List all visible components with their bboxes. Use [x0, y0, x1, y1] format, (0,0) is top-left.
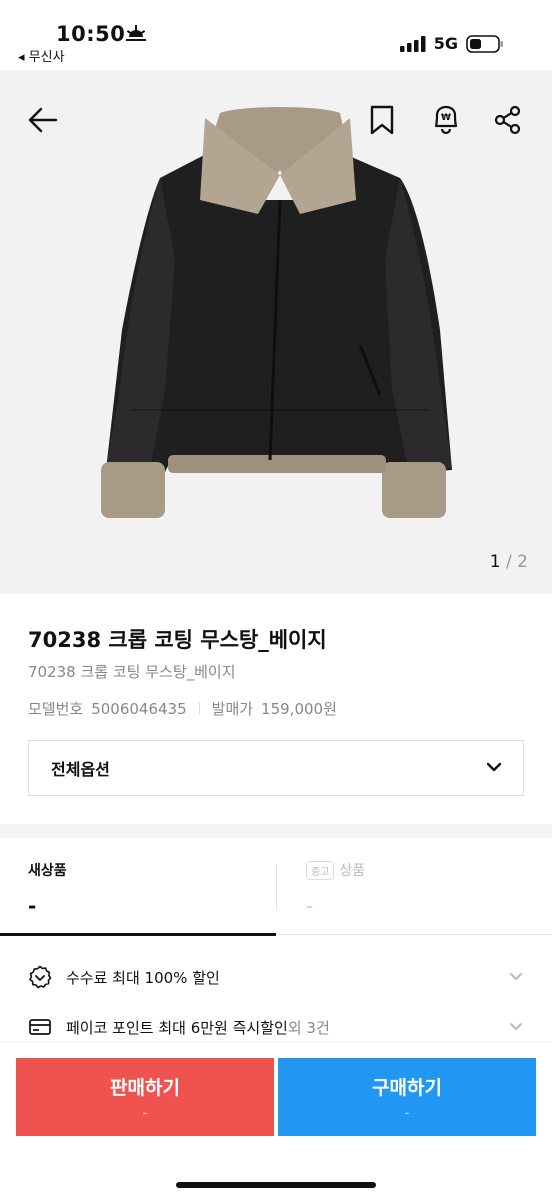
- back-arrow-icon[interactable]: [22, 100, 62, 140]
- benefit-payco-extra: 외 3건: [287, 1018, 330, 1037]
- benefit-fee-text: 수수료 최대 100% 할인: [66, 968, 220, 987]
- product-meta: 모델번호 5006046435 발매가 159,000원: [28, 698, 337, 719]
- discount-badge-icon: [28, 965, 52, 989]
- battery-icon: [466, 34, 503, 53]
- meta-divider: [198, 702, 200, 715]
- product-jacket-image: [101, 107, 452, 518]
- section-divider: [0, 824, 552, 838]
- bookmark-icon[interactable]: [362, 100, 402, 140]
- tab-used-label: 상품: [339, 863, 366, 879]
- tab-divider: [276, 864, 277, 910]
- buy-button-label: 구매하기: [372, 1077, 442, 1099]
- benefit-payco-discount[interactable]: 페이코 포인트 최대 6만원 즉시할인 외 3건: [28, 1012, 524, 1042]
- status-time: 10:50: [56, 22, 126, 46]
- benefit-fee-discount[interactable]: 수수료 최대 100% 할인: [28, 962, 524, 992]
- page-total: 2: [517, 552, 528, 572]
- share-icon[interactable]: [488, 100, 528, 140]
- product-image-carousel[interactable]: ₩ 1 / 2: [0, 70, 552, 594]
- tab-new-product[interactable]: 새상품 -: [28, 860, 67, 920]
- product-title: 70238 크롭 코팅 무스탕_베이지: [28, 628, 327, 652]
- option-select[interactable]: 전체옵션: [28, 740, 524, 796]
- signal-icon: [399, 35, 426, 52]
- tab-used-price: -: [306, 894, 314, 918]
- back-to-app-link[interactable]: ◂ 무신사: [18, 46, 65, 65]
- model-value: 5006046435: [91, 699, 187, 718]
- network-label: 5G: [433, 34, 458, 53]
- release-price-label: 발매가: [211, 700, 254, 718]
- page-current: 1: [489, 552, 501, 572]
- buy-button[interactable]: 구매하기 -: [278, 1058, 536, 1136]
- sunrise-icon: [126, 25, 146, 41]
- tab-new-label: 새상품: [28, 863, 67, 879]
- buy-button-price: -: [404, 1106, 410, 1121]
- card-icon: [28, 1015, 52, 1039]
- status-bar: 10:50 ◂ 무신사 5G: [0, 0, 552, 70]
- model-label: 모델번호: [28, 700, 84, 718]
- tab-used-product[interactable]: 중고 상품 -: [306, 860, 365, 920]
- price-alert-icon[interactable]: ₩: [426, 100, 466, 140]
- chevron-down-icon: [486, 762, 502, 772]
- benefit-payco-text: 페이코 포인트 최대 6만원 즉시할인: [66, 1018, 288, 1037]
- tab-active-indicator: [0, 933, 276, 936]
- product-subtitle: 70238 크롭 코팅 무스탕_베이지: [28, 663, 236, 681]
- chevron-down-icon: [510, 973, 522, 980]
- page-separator: /: [500, 552, 518, 572]
- image-page-indicator: 1 / 2: [490, 552, 528, 572]
- hero-toolbar: ₩: [0, 100, 552, 140]
- svg-text:₩: ₩: [441, 113, 451, 123]
- sell-button-label: 판매하기: [110, 1077, 180, 1099]
- option-select-label: 전체옵션: [51, 760, 110, 779]
- sell-button-price: -: [142, 1106, 148, 1121]
- used-badge: 중고: [306, 860, 335, 880]
- release-price-value: 159,000원: [261, 700, 337, 718]
- status-indicators: 5G: [399, 34, 504, 53]
- sell-button[interactable]: 판매하기 -: [16, 1058, 274, 1136]
- tab-new-price: -: [28, 894, 37, 918]
- home-indicator[interactable]: [176, 1182, 376, 1188]
- chevron-down-icon: [510, 1023, 522, 1030]
